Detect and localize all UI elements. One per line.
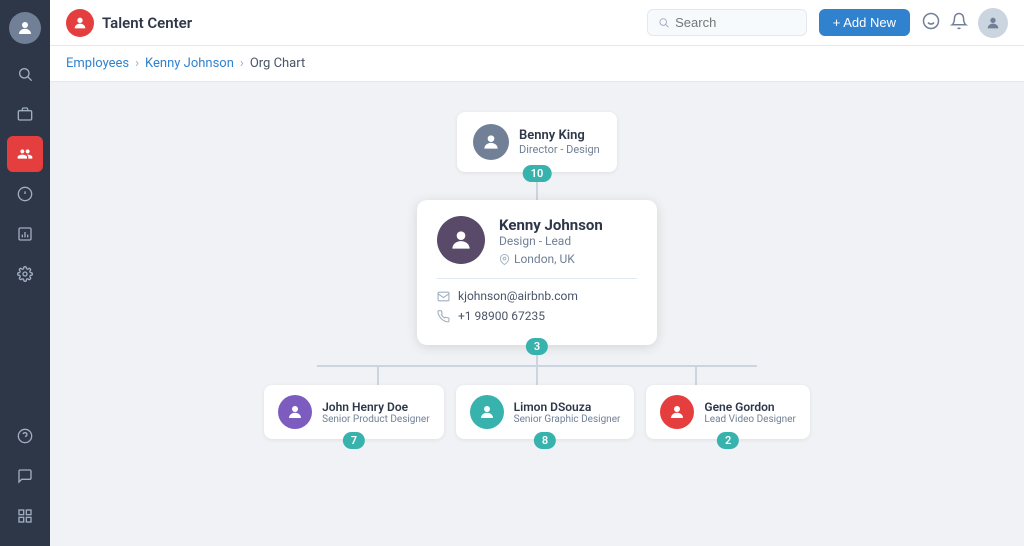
horizontal-bar <box>317 365 757 367</box>
main-card-location: London, UK <box>499 252 603 266</box>
breadcrumb-employees[interactable]: Employees <box>66 56 129 71</box>
org-chart-area: Benny King Director - Design 10 K <box>50 82 1024 546</box>
child-0-info: John Henry Doe Senior Product Designer <box>322 400 430 425</box>
search-input[interactable] <box>675 15 796 30</box>
sidebar-icon-grid[interactable] <box>7 498 43 534</box>
header-icons <box>922 8 1008 38</box>
child-1-badge: 8 <box>534 432 556 449</box>
add-new-button[interactable]: + Add New <box>819 9 910 36</box>
user-avatar[interactable] <box>9 12 41 44</box>
app-title: Talent Center <box>102 14 192 32</box>
main-card-badge: 3 <box>526 338 548 355</box>
phone-icon <box>437 310 450 323</box>
sidebar-icon-chart[interactable] <box>7 216 43 252</box>
child-2-info: Gene Gordon Lead Video Designer <box>704 400 795 425</box>
child-1-info: Limon DSouza Senior Graphic Designer <box>514 400 621 425</box>
email-icon <box>437 290 450 303</box>
child-2-name: Gene Gordon <box>704 400 795 414</box>
child-0-role: Senior Product Designer <box>322 414 430 425</box>
sidebar-icon-help[interactable] <box>7 418 43 454</box>
header: Talent Center + Add New <box>50 0 1024 46</box>
main-card-phone: +1 98900 67235 <box>458 309 545 323</box>
top-card-badge: 10 <box>523 165 552 182</box>
sidebar-icon-search[interactable] <box>7 56 43 92</box>
top-card-name: Benny King <box>519 128 600 143</box>
h-line <box>317 365 757 367</box>
child-1-role: Senior Graphic Designer <box>514 414 621 425</box>
top-card-wrapper: Benny King Director - Design 10 <box>457 112 617 172</box>
search-icon <box>658 16 669 29</box>
main-card-avatar <box>437 216 485 264</box>
child-0-badge: 7 <box>343 432 365 449</box>
main-card-email: kjohnson@airbnb.com <box>458 289 578 303</box>
main-card[interactable]: Kenny Johnson Design - Lead London, UK k… <box>417 200 657 345</box>
child-stem-3 <box>695 367 697 385</box>
top-card[interactable]: Benny King Director - Design 10 <box>457 112 617 172</box>
child-2-role: Lead Video Designer <box>704 414 795 425</box>
child-stems <box>317 367 757 385</box>
breadcrumb-sep-1: › <box>135 56 139 71</box>
child-0-avatar <box>278 395 312 429</box>
main-content: Talent Center + Add New Employees › Kenn… <box>50 0 1024 546</box>
breadcrumb: Employees › Kenny Johnson › Org Chart <box>50 46 1024 82</box>
notification-icon[interactable] <box>950 12 968 34</box>
main-card-wrapper: Kenny Johnson Design - Lead London, UK k… <box>417 200 657 345</box>
child-0-name: John Henry Doe <box>322 400 430 414</box>
logo-icon <box>66 9 94 37</box>
sidebar-icon-people[interactable] <box>7 136 43 172</box>
sidebar-icon-chat[interactable] <box>7 458 43 494</box>
child-2-badge: 2 <box>717 432 739 449</box>
top-card-avatar <box>473 124 509 160</box>
main-card-location-text: London, UK <box>514 252 575 266</box>
child-card-1[interactable]: Limon DSouza Senior Graphic Designer 8 <box>456 385 635 439</box>
main-card-phone-row: +1 98900 67235 <box>437 309 637 323</box>
sidebar-icon-alert[interactable] <box>7 176 43 212</box>
main-card-role: Design - Lead <box>499 234 603 248</box>
children-row: John Henry Doe Senior Product Designer 7… <box>264 385 810 439</box>
main-card-header: Kenny Johnson Design - Lead London, UK <box>437 216 637 266</box>
org-tree: Benny King Director - Design 10 K <box>70 112 1004 439</box>
smiley-icon[interactable] <box>922 12 940 34</box>
child-1-name: Limon DSouza <box>514 400 621 414</box>
breadcrumb-sep-2: › <box>240 56 244 71</box>
main-card-divider <box>437 278 637 279</box>
top-card-role: Director - Design <box>519 143 600 156</box>
child-stem-1 <box>377 367 379 385</box>
sidebar-icon-settings[interactable] <box>7 256 43 292</box>
main-card-info: Kenny Johnson Design - Lead London, UK <box>499 216 603 266</box>
child-1-avatar <box>470 395 504 429</box>
sidebar <box>0 0 50 546</box>
child-card-0[interactable]: John Henry Doe Senior Product Designer 7 <box>264 385 444 439</box>
main-card-email-row: kjohnson@airbnb.com <box>437 289 637 303</box>
child-stem-2 <box>536 367 538 385</box>
child-card-2[interactable]: Gene Gordon Lead Video Designer 2 <box>646 385 809 439</box>
breadcrumb-current: Org Chart <box>250 56 305 71</box>
top-card-info: Benny King Director - Design <box>519 128 600 156</box>
app-logo: Talent Center <box>66 9 192 37</box>
location-icon <box>499 254 510 265</box>
search-bar[interactable] <box>647 9 807 36</box>
breadcrumb-kenny[interactable]: Kenny Johnson <box>145 56 234 71</box>
sidebar-icon-briefcase[interactable] <box>7 96 43 132</box>
child-2-avatar <box>660 395 694 429</box>
user-profile-avatar[interactable] <box>978 8 1008 38</box>
main-card-name: Kenny Johnson <box>499 216 603 234</box>
